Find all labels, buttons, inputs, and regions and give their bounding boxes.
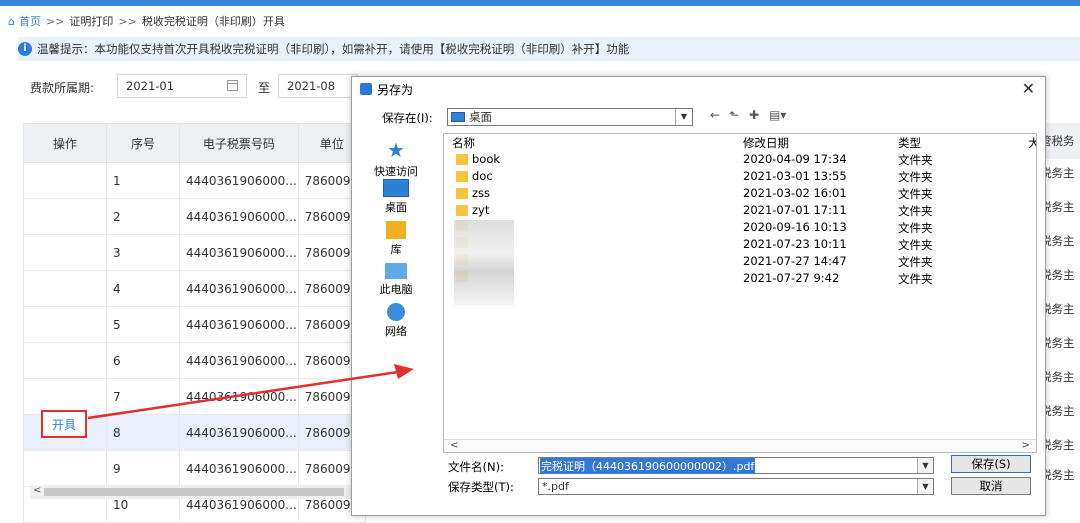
arrow-head bbox=[394, 364, 414, 379]
arrow-line bbox=[87, 370, 399, 420]
annotation-arrow bbox=[87, 364, 414, 420]
